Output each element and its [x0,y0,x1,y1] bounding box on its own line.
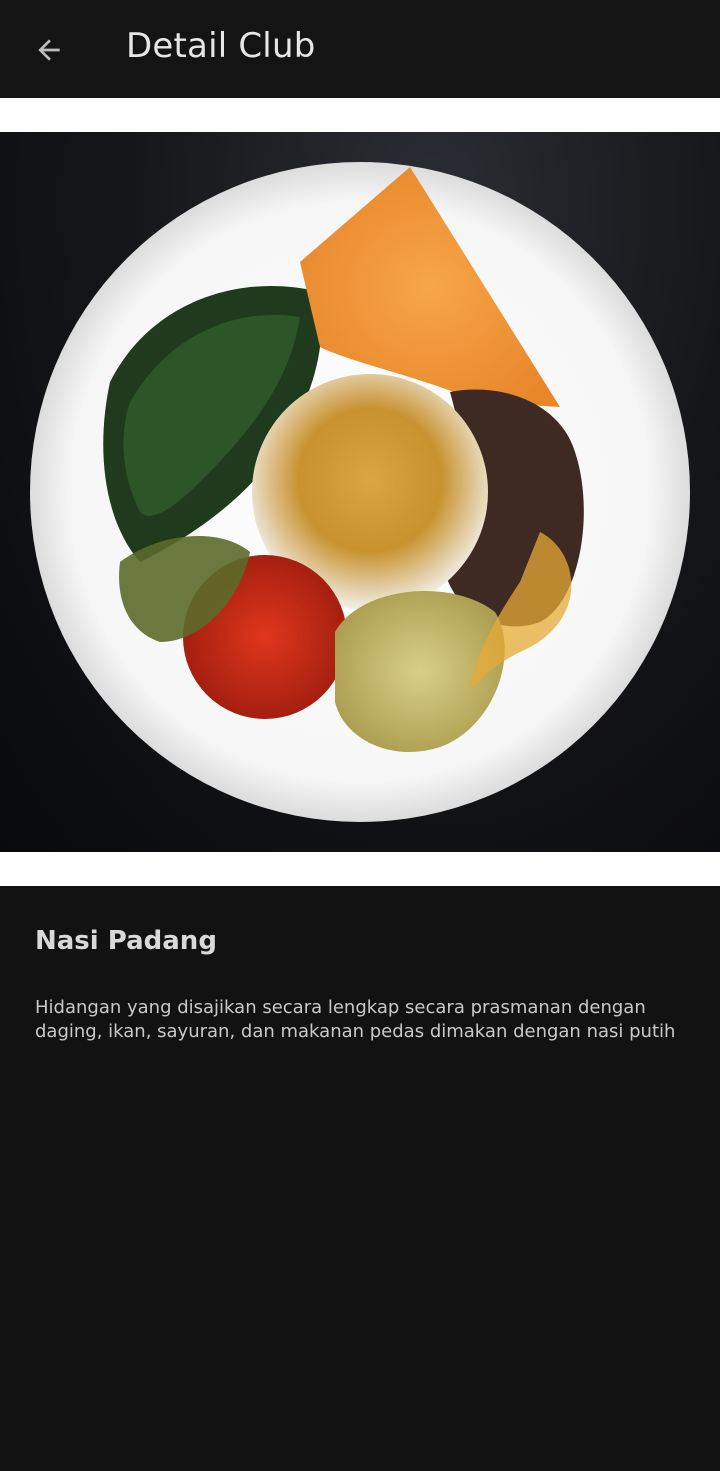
arrow-left-icon [38,39,60,61]
item-description: Hidangan yang disajikan secara lengkap s… [35,997,676,1042]
food-photo [0,132,720,852]
image-container [0,98,720,886]
back-button[interactable] [24,25,74,75]
item-name: Nasi Padang [35,926,217,956]
page-title: Detail Club [126,26,316,66]
food-illustration [30,162,690,822]
app-bar: Detail Club [0,0,720,98]
